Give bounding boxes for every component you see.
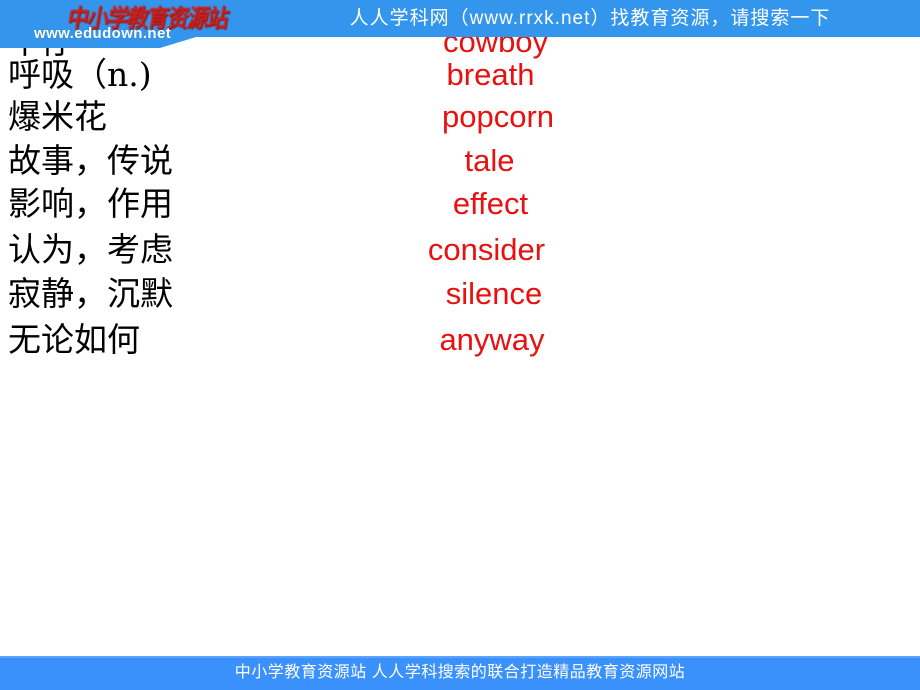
vocabulary-row: 认为，考虑 consider: [0, 228, 920, 272]
slide-canvas: 人人学科网（www.rrxk.net）找教育资源，请搜索一下 中小学教育资源站 …: [0, 0, 920, 690]
chinese-term: 影响，作用: [8, 184, 173, 223]
english-term: effect: [452, 186, 529, 221]
chinese-term: 呼吸（n.): [8, 55, 152, 94]
english-term: popcorn: [441, 99, 555, 134]
vocabulary-row: 寂静，沉默 silence: [0, 272, 920, 316]
chinese-term: 寂静，沉默: [8, 274, 173, 313]
vocabulary-row: 爆米花 popcorn: [0, 95, 920, 139]
chinese-term: 爆米花: [8, 97, 107, 136]
english-term: silence: [445, 276, 543, 311]
logo-url-text: www.edudown.net: [34, 25, 172, 42]
chinese-term: 故事，传说: [8, 141, 173, 180]
chinese-term: 无论如何: [8, 320, 140, 359]
vocabulary-row: 呼吸（n.) breath: [0, 53, 920, 97]
english-term: breath: [446, 57, 535, 92]
english-term: tale: [464, 143, 515, 178]
chinese-term: 认为，考虑: [8, 230, 173, 269]
site-logo[interactable]: 中小学教育资源站 www.edudown.net: [28, 2, 230, 46]
vocabulary-row: 无论如何 anyway: [0, 318, 920, 362]
vocabulary-row: 故事，传说 tale: [0, 139, 920, 183]
vocabulary-list: 牛仔cowboy呼吸（n.)breath爆米花popcorn故事，传说tale影…: [0, 0, 920, 620]
english-term: consider: [427, 232, 546, 267]
banner-promo-text: 人人学科网（www.rrxk.net）找教育资源，请搜索一下: [349, 8, 831, 29]
vocabulary-row: 影响，作用 effect: [0, 182, 920, 226]
footer-text: 中小学教育资源站 人人学科搜索的联合打造精品教育资源网站: [234, 664, 686, 681]
english-term: anyway: [439, 322, 545, 357]
